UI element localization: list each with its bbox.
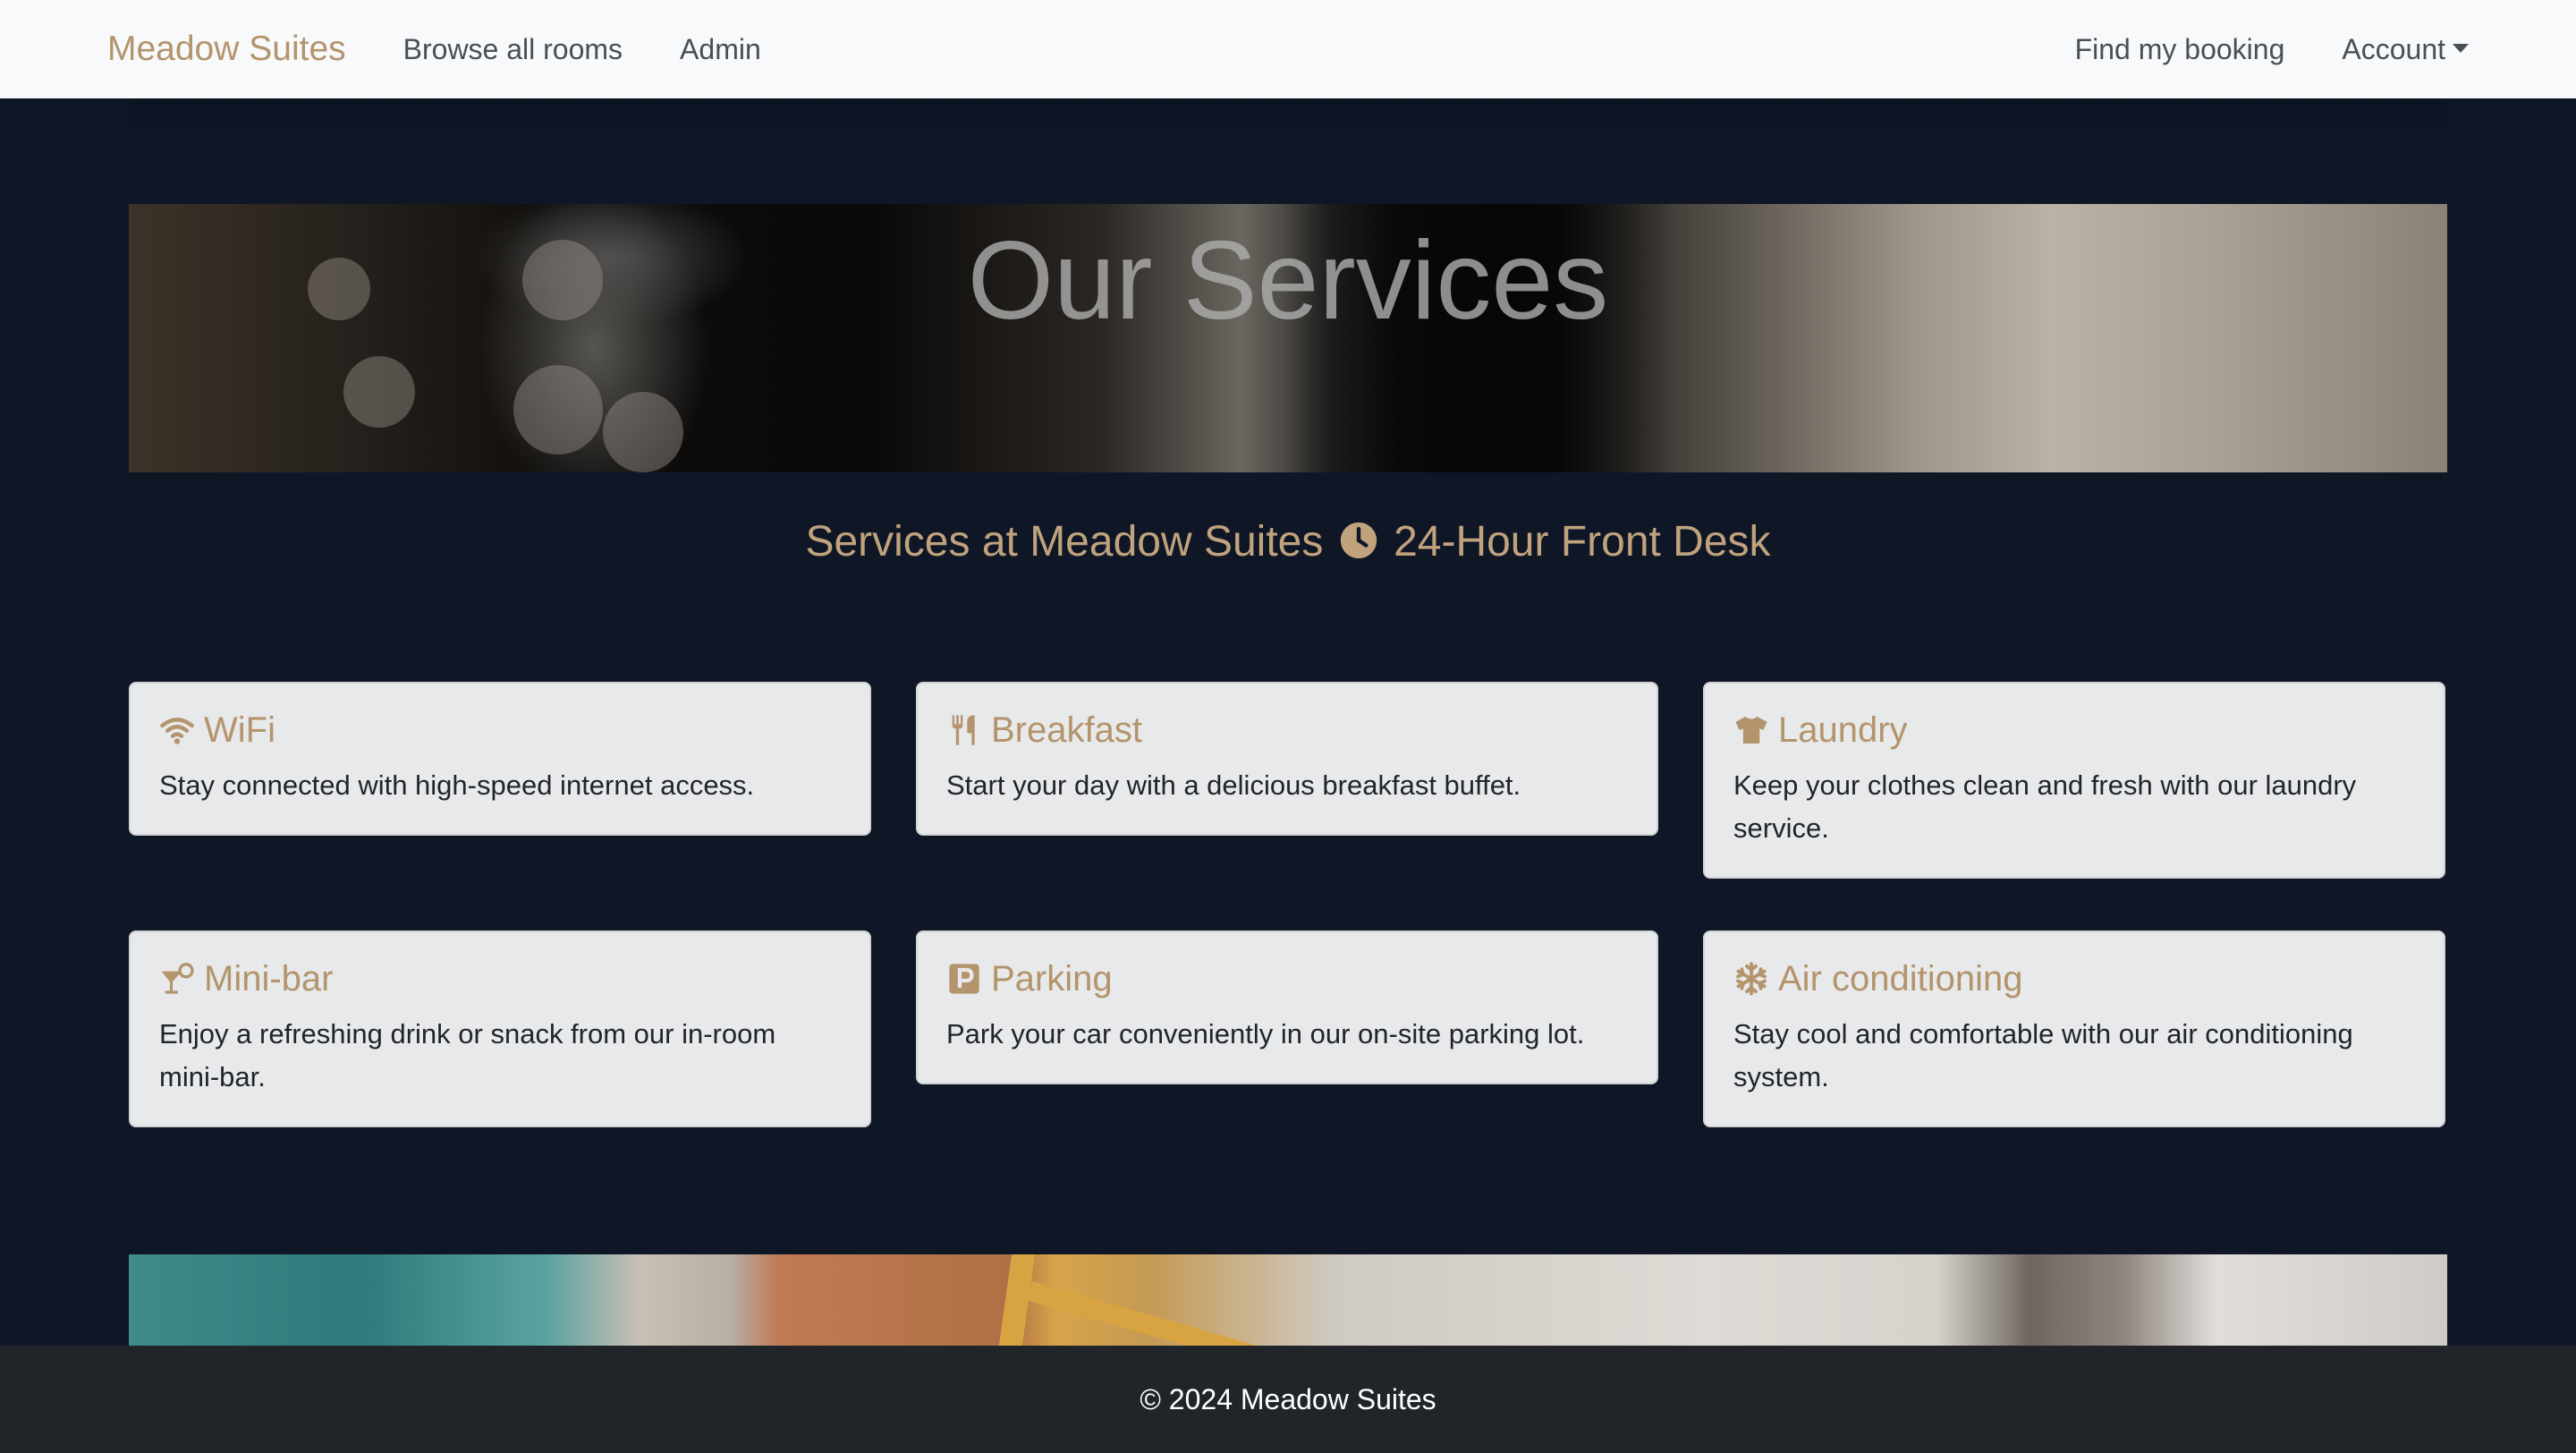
snowflake-icon [1736,962,1767,996]
service-title-text: Mini-bar [204,959,334,998]
navbar-right: Find my booking Account [2075,33,2469,66]
service-card-minibar: Mini-bar Enjoy a refreshing drink or sna… [129,930,871,1127]
service-card-air-conditioning: Air conditioning Stay cool and comfortab… [1703,930,2445,1127]
clock-icon [1340,523,1377,559]
service-title: Mini-bar [159,956,841,1002]
service-description: Stay connected with high-speed internet … [159,769,755,801]
hero-banner: Our Services [129,204,2447,472]
chevron-down-icon [2453,44,2469,54]
service-card-laundry: Laundry Keep your clothes clean and fres… [1703,682,2445,879]
service-title-text: WiFi [204,710,275,750]
service-card-breakfast: Breakfast Start your day with a deliciou… [916,682,1658,836]
wifi-icon [160,718,194,744]
service-title: Laundry [1733,707,2415,753]
service-title: Breakfast [946,707,1628,753]
service-card-parking: Parking Park your car conveniently in ou… [916,930,1658,1084]
service-title-text: Breakfast [991,710,1142,750]
services-heading-suffix: 24-Hour Front Desk [1394,518,1771,565]
footer-copyright: © 2024 Meadow Suites [1140,1382,1436,1415]
service-description: Enjoy a refreshing drink or snack from o… [159,1018,776,1092]
services-heading: Services at Meadow Suites 24-Hour Front … [0,512,2576,573]
hero-shadow [129,98,2447,131]
nav-find-booking[interactable]: Find my booking [2075,33,2285,66]
nav-browse-rooms[interactable]: Browse all rooms [403,33,623,66]
service-title: Air conditioning [1733,956,2415,1002]
service-description: Start your day with a delicious breakfas… [946,769,1521,801]
footer: © 2024 Meadow Suites [0,1346,2576,1453]
service-card-wifi: WiFi Stay connected with high-speed inte… [129,682,871,836]
account-label: Account [2342,32,2445,65]
service-title-text: Parking [991,959,1113,998]
pool-chair-beam [1026,1281,1394,1346]
hero-bokeh [603,392,683,472]
hero-bokeh [343,356,415,428]
page-title: Our Services [967,219,1609,343]
service-title: Parking [946,956,1628,1002]
hero-bokeh [513,365,603,455]
service-title-text: Laundry [1778,710,1908,750]
service-description: Keep your clothes clean and fresh with o… [1733,769,2357,844]
top-navbar: Meadow Suites Browse all rooms Admin Fin… [0,0,2576,98]
utensils-icon [952,715,975,745]
shirt-icon [1735,717,1767,743]
nav-account-dropdown[interactable]: Account [2342,33,2469,66]
service-title: WiFi [159,707,841,753]
parking-icon [949,964,979,994]
service-title-text: Air conditioning [1778,959,2023,998]
service-description: Stay cool and comfortable with our air c… [1733,1018,2353,1092]
cocktail-icon [161,963,194,994]
services-heading-prefix: Services at Meadow Suites [805,518,1324,565]
pool-image [129,1254,2447,1346]
service-description: Park your car conveniently in our on-sit… [946,1018,1585,1049]
brand-link[interactable]: Meadow Suites [107,30,346,69]
nav-admin[interactable]: Admin [680,33,761,66]
